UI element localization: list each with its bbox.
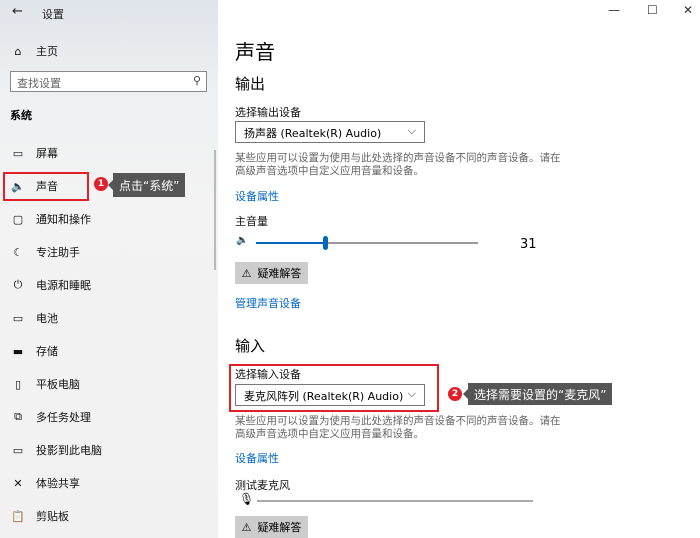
sidebar-item-home[interactable]: ⌂ 主页 (0, 36, 218, 66)
sidebar-item-label: 屏幕 (36, 147, 58, 160)
tooltip-text: 点击“系统” (119, 178, 180, 193)
microphone-icon: 🎙 (239, 492, 255, 506)
sidebar-item-5[interactable]: ▭ 电池 (0, 303, 218, 333)
volume-slider[interactable] (256, 236, 478, 250)
close-button[interactable]: ✕ (683, 3, 693, 17)
sidebar-item-2[interactable]: ▢ 通知和操作 (0, 204, 218, 234)
sidebar-item-9[interactable]: ▭ 投影到此电脑 (0, 435, 218, 465)
tooltip-text: 选择需要设置的“麦克风” (474, 387, 607, 402)
sidebar: ← 设置 ⌂ 主页 查找设置 ⚲ 系统 ▭ 屏幕 🔈 声音 ▢ 通知和操作 ☾ 专注助手 ⏻ 电源… (0, 0, 218, 538)
project-icon: ▭ (12, 443, 24, 457)
speaker-icon: 🔈 (236, 235, 249, 246)
sidebar-item-label: 体验共享 (36, 477, 80, 490)
sidebar-item-label: 专注助手 (36, 246, 80, 259)
sidebar-item-label: 存储 (36, 345, 58, 358)
sidebar-item-label: 电源和睡眠 (36, 279, 91, 292)
dropdown-value: 扬声器 (Realtek(R) Audio) (244, 127, 382, 140)
output-heading: 输出 (235, 75, 266, 93)
display-icon: ▭ (12, 146, 24, 160)
home-icon: ⌂ (14, 44, 22, 58)
moon-icon: ☾ (13, 245, 23, 259)
notification-icon: ▢ (12, 212, 24, 226)
mic-level-meter (257, 500, 533, 502)
volume-value: 31 (520, 237, 537, 252)
input-description: 某些应用可以设置为使用与此处选择的声音设备不同的声音设备。请在高级声音选项中自定… (235, 415, 561, 440)
maximize-button[interactable]: ☐ (647, 3, 658, 17)
sidebar-item-label: 剪贴板 (36, 510, 69, 523)
sidebar-item-label: 多任务处理 (36, 411, 91, 424)
tooltip-step-2: 选择需要设置的“麦克风” (462, 383, 613, 405)
input-device-dropdown[interactable]: 麦克风阵列 (Realtek(R) Audio) ⌵ (235, 384, 425, 406)
sidebar-item-label: 投影到此电脑 (36, 444, 102, 457)
step-badge-1: 1 (94, 177, 108, 191)
output-troubleshoot-button[interactable]: ⚠ 疑难解答 (235, 262, 308, 284)
sidebar-item-7[interactable]: ▯ 平板电脑 (0, 369, 218, 399)
output-select-label: 选择输出设备 (235, 106, 301, 119)
sidebar-item-label: 通知和操作 (36, 213, 91, 226)
input-device-properties-link[interactable]: 设备属性 (235, 450, 279, 466)
sidebar-item-3[interactable]: ☾ 专注助手 (0, 237, 218, 267)
storage-icon: ▬ (12, 344, 24, 358)
page-title: 声音 (235, 40, 275, 64)
button-label: 疑难解答 (257, 267, 302, 280)
share-icon: ✕ (13, 476, 23, 490)
multitask-icon: ⧉ (14, 410, 22, 423)
sidebar-item-11[interactable]: 📋 剪贴板 (0, 501, 218, 531)
chevron-down-icon: ⌵ (407, 124, 416, 137)
input-select-label: 选择输入设备 (235, 368, 301, 381)
minimize-button[interactable]: — (608, 3, 620, 17)
sidebar-item-label: 电池 (36, 312, 58, 325)
chevron-down-icon: ⌵ (407, 387, 416, 400)
input-troubleshoot-button[interactable]: ⚠ 疑难解答 (235, 516, 308, 538)
battery-icon: ▭ (12, 311, 24, 325)
sidebar-item-0[interactable]: ▭ 屏幕 (0, 138, 218, 168)
tablet-icon: ▯ (14, 377, 22, 391)
search-input[interactable]: 查找设置 ⚲ (10, 71, 207, 92)
sidebar-item-4[interactable]: ⏻ 电源和睡眠 (0, 270, 218, 300)
output-description: 某些应用可以设置为使用与此处选择的声音设备不同的声音设备。请在高级声音选项中自定… (235, 152, 561, 177)
tooltip-step-1: 点击“系统” (107, 173, 186, 197)
warning-icon: ⚠ (241, 520, 252, 534)
search-icon: ⚲ (192, 74, 201, 87)
volume-label: 主音量 (235, 215, 268, 228)
sidebar-item-label: 主页 (36, 45, 58, 58)
section-heading: 系统 (10, 109, 32, 122)
input-heading: 输入 (235, 337, 266, 355)
test-mic-label: 测试麦克风 (235, 479, 290, 492)
manage-sound-devices-link[interactable]: 管理声音设备 (235, 295, 301, 311)
warning-icon: ⚠ (241, 266, 252, 280)
sidebar-item-8[interactable]: ⧉ 多任务处理 (0, 402, 218, 432)
dropdown-value: 麦克风阵列 (Realtek(R) Audio) (244, 390, 404, 403)
output-device-dropdown[interactable]: 扬声器 (Realtek(R) Audio) ⌵ (235, 121, 425, 143)
highlight-box-sound (3, 172, 89, 201)
step-badge-2: 2 (448, 387, 462, 401)
sidebar-item-label: 平板电脑 (36, 378, 80, 391)
sidebar-item-10[interactable]: ✕ 体验共享 (0, 468, 218, 498)
sidebar-item-6[interactable]: ▬ 存储 (0, 336, 218, 366)
sidebar-scrollbar[interactable] (214, 150, 216, 270)
power-icon: ⏻ (13, 278, 23, 291)
clipboard-icon: 📋 (11, 509, 25, 523)
back-button[interactable]: ← (12, 4, 23, 19)
output-device-properties-link[interactable]: 设备属性 (235, 188, 279, 204)
search-placeholder: 查找设置 (17, 77, 61, 90)
volume-slider-thumb[interactable] (322, 236, 328, 250)
window-title: 设置 (42, 8, 64, 21)
button-label: 疑难解答 (257, 521, 302, 534)
